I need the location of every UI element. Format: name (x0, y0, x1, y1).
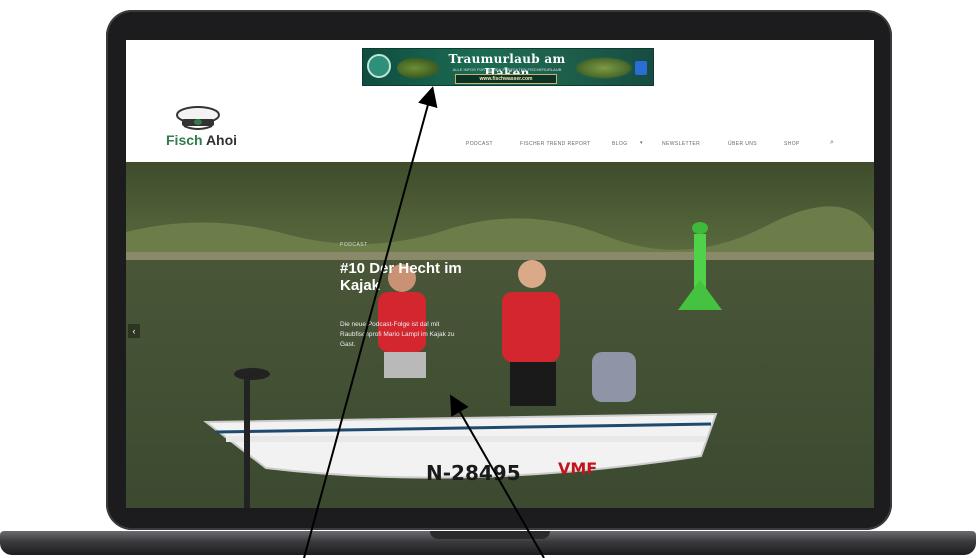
laptop-notch (430, 531, 550, 539)
chevron-down-icon: ▾ (640, 140, 643, 146)
laptop-base (0, 531, 976, 555)
hero-title[interactable]: #10 Der Hecht im Kajak (340, 260, 480, 294)
nav-item-blog[interactable]: BLOG (612, 141, 628, 147)
hero-slider: N-28495 VMF PODCAST #10 Der Hecht im Kaj… (126, 162, 874, 508)
ad-badge (635, 61, 647, 75)
logo-text-ahoi: Ahoi (202, 132, 238, 148)
ad-logo (367, 54, 391, 78)
ad-subtitle: ALLE INFOS FÜR DEINEN PERFEKTEN FISCHERU… (452, 67, 562, 72)
browser-screen: Traumurlaub am Haken ALLE INFOS FÜR DEIN… (126, 40, 874, 508)
search-icon[interactable]: ⌕ (830, 139, 834, 147)
nav-item-podcast[interactable]: PODCAST (466, 141, 493, 147)
slider-prev-arrow[interactable]: ‹ (128, 324, 140, 338)
logo-text-fisch: Fisch (166, 132, 203, 148)
nav-item-newsletter[interactable]: NEWSLETTER (662, 141, 700, 147)
logo-text: Fisch Ahoi (166, 132, 237, 148)
hero-image: N-28495 VMF (126, 162, 874, 508)
nav-item-ueber-uns[interactable]: ÜBER UNS (728, 141, 757, 147)
site-logo[interactable]: Fisch Ahoi (166, 106, 237, 152)
captain-hat-icon (176, 106, 220, 130)
hero-text: Die neue Podcast-Folge ist da! mit Raubf… (340, 321, 455, 348)
hero-category[interactable]: PODCAST (340, 242, 368, 248)
nav-item-shop[interactable]: SHOP (784, 141, 800, 147)
fish-image-right (575, 57, 633, 79)
ad-url: www.fischwasser.com (455, 74, 557, 84)
nav-item-fischer-trend-report[interactable]: FISCHER TREND REPORT (520, 141, 591, 147)
boat-number: N-28495 (426, 461, 521, 485)
boat-brand: VMF (558, 459, 597, 478)
ad-banner[interactable]: Traumurlaub am Haken ALLE INFOS FÜR DEIN… (362, 48, 654, 86)
